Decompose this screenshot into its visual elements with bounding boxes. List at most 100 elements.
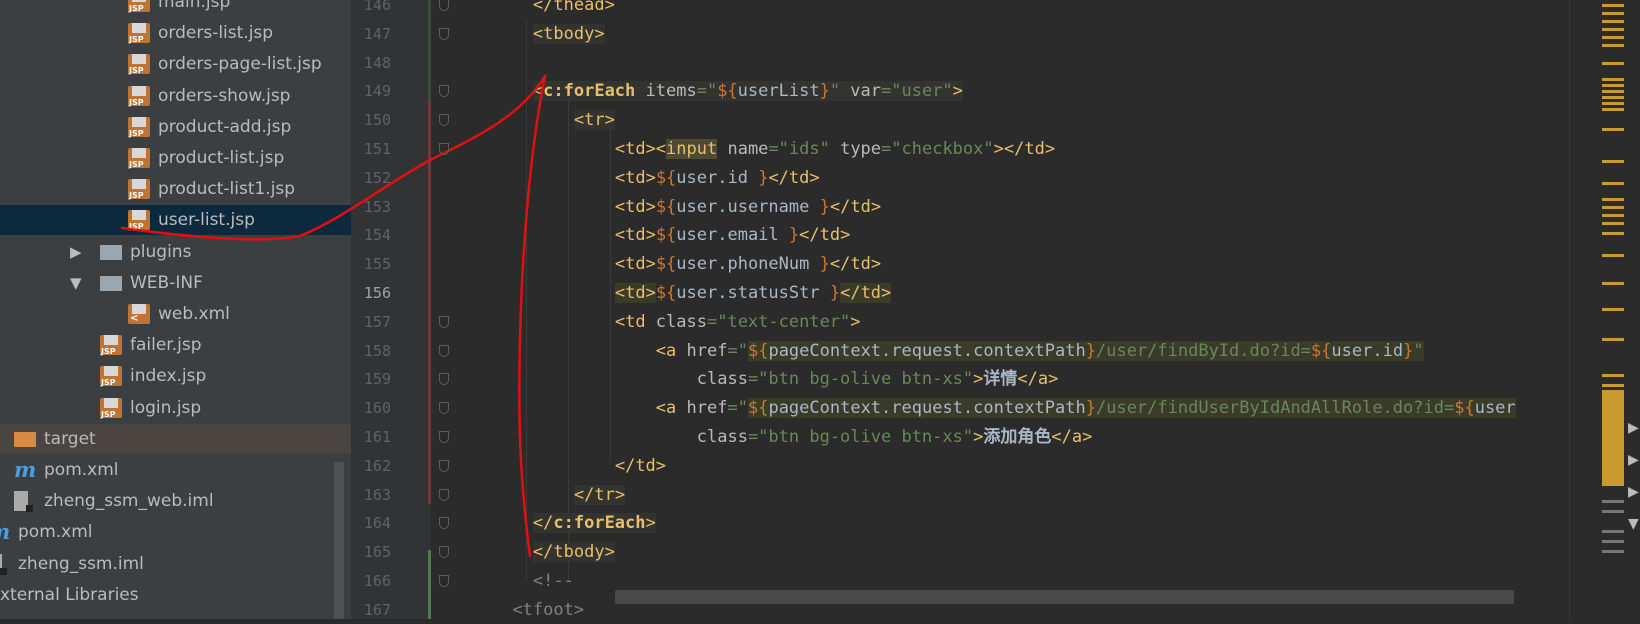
stripe-marker[interactable] <box>1602 500 1624 503</box>
stripe-marker[interactable] <box>1602 254 1624 257</box>
code-token: </ <box>532 513 554 534</box>
stripe-marker[interactable] <box>1602 222 1624 225</box>
stripe-marker[interactable] <box>1602 384 1624 387</box>
stripe-marker[interactable] <box>1602 78 1624 81</box>
tree-item-pom-xml[interactable]: m pom.xml <box>0 517 351 547</box>
stripe-marker[interactable] <box>1602 338 1624 341</box>
stripe-marker[interactable] <box>1602 62 1624 65</box>
stripe-marker[interactable] <box>1602 214 1624 217</box>
stripe-marker[interactable] <box>1602 90 1624 93</box>
stripe-marker[interactable] <box>1602 96 1624 99</box>
stripe-marker[interactable] <box>1602 44 1624 47</box>
code-line[interactable]: <c:forEach items="${userList}" var="user… <box>532 77 963 105</box>
stripe-marker[interactable] <box>1602 102 1624 105</box>
stripe-marker[interactable] <box>1602 232 1624 235</box>
code-token: </ <box>573 484 595 505</box>
stripe-marker[interactable] <box>1602 20 1624 23</box>
tree-item-web-xml[interactable]: web.xml <box>0 299 351 329</box>
tree-item-product-add-jsp[interactable]: product-add.jsp <box>0 112 351 142</box>
tree-item-pom-xml[interactable]: m pom.xml <box>0 455 351 485</box>
stripe-marker[interactable] <box>1602 198 1624 201</box>
code-line[interactable]: <td><input name="ids" type="checkbox"></… <box>615 135 1055 163</box>
code-line[interactable]: </td> <box>615 452 666 480</box>
code-line[interactable]: class="btn bg-olive btn-xs">添加角色</a> <box>697 423 1093 451</box>
tree-item-web-inf[interactable]: ▼ WEB-INF <box>0 268 351 298</box>
code-line[interactable]: <td>${user.email }</td> <box>615 221 851 249</box>
tree-item-login-jsp[interactable]: login.jsp <box>0 393 351 423</box>
stripe-marker[interactable] <box>1602 28 1624 31</box>
stripe-marker[interactable] <box>1602 160 1624 163</box>
fold-marker-icon[interactable] <box>439 488 449 501</box>
fold-marker-icon[interactable] <box>439 546 449 559</box>
collapsed-arrow-icon[interactable]: ▶ <box>70 237 82 267</box>
tree-item-target[interactable]: target <box>0 423 351 454</box>
code-editor[interactable]: </thead> <tbody> <c:forEach items="${userL… <box>431 0 1570 619</box>
code-line[interactable]: <td>${user.username }</td> <box>615 193 881 221</box>
tree-item-plugins[interactable]: ▶ plugins <box>0 237 351 267</box>
code-token: } <box>1085 340 1096 361</box>
fold-marker-icon[interactable] <box>439 0 449 11</box>
stripe-marker[interactable] <box>1602 550 1624 553</box>
project-tree-scrollbar[interactable] <box>334 462 344 619</box>
tree-item-main-jsp[interactable]: main.jsp <box>0 0 351 17</box>
code-line[interactable]: <a href="${pageContext.request.contextPa… <box>656 337 1424 365</box>
stripe-marker[interactable] <box>1602 4 1624 7</box>
fold-marker-icon[interactable] <box>439 431 449 443</box>
stripe-marker[interactable] <box>1602 282 1624 285</box>
stripe-marker[interactable] <box>1602 308 1624 311</box>
stripe-marker[interactable] <box>1602 530 1624 533</box>
tree-item-orders-page-list-jsp[interactable]: orders-page-list.jsp <box>0 49 351 79</box>
tree-item-product-list1-jsp[interactable]: product-list1.jsp <box>0 174 351 204</box>
fold-marker-icon[interactable] <box>439 575 449 587</box>
stripe-marker[interactable] <box>1602 540 1624 543</box>
editor-horizontal-scrollbar[interactable] <box>615 590 1514 604</box>
code-token: items <box>635 81 697 102</box>
code-token: </ <box>768 167 789 188</box>
tree-item-orders-show-jsp[interactable]: orders-show.jsp <box>0 81 351 111</box>
fold-marker-icon[interactable] <box>439 344 449 357</box>
tree-item-zheng-ssm-web-iml[interactable]: zheng_ssm_web.iml <box>0 486 351 516</box>
fold-marker-icon[interactable] <box>439 27 449 40</box>
tree-item-label: plugins <box>130 241 192 262</box>
code-line[interactable]: </c:forEach> <box>532 509 656 537</box>
stripe-marker[interactable] <box>1602 510 1624 513</box>
code-token: } <box>1085 398 1096 419</box>
tree-item-orders-list-jsp[interactable]: orders-list.jsp <box>0 18 351 48</box>
fold-marker-icon[interactable] <box>439 459 449 472</box>
code-line[interactable]: <td>${user.statusStr }</td> <box>614 279 892 307</box>
tree-item-index-jsp[interactable]: index.jsp <box>0 361 351 391</box>
tree-item-zheng-ssm-iml[interactable]: zheng_ssm.iml <box>0 549 351 579</box>
fold-marker-icon[interactable] <box>439 315 449 328</box>
code-line[interactable]: <tbody> <box>532 20 605 48</box>
fold-marker-icon[interactable] <box>439 143 449 155</box>
code-line[interactable]: class="btn bg-olive btn-xs">详情</a> <box>697 365 1059 393</box>
stripe-marker[interactable] <box>1602 182 1624 185</box>
tree-item-failer-jsp[interactable]: failer.jsp <box>0 330 351 360</box>
code-line[interactable]: <td class="text-center"> <box>615 308 861 336</box>
tree-item-product-list-jsp[interactable]: product-list.jsp <box>0 143 351 173</box>
expanded-arrow-icon[interactable]: ▼ <box>70 268 82 298</box>
stripe-marker[interactable] <box>1602 206 1624 209</box>
code-line[interactable]: <tr> <box>573 106 615 134</box>
stripe-marker[interactable] <box>1602 36 1624 39</box>
stripe-marker[interactable] <box>1602 108 1624 111</box>
code-line[interactable]: </tr> <box>573 481 626 509</box>
stripe-marker[interactable] <box>1602 374 1624 377</box>
fold-marker-icon[interactable] <box>439 402 449 415</box>
line-number: 161 <box>363 428 391 446</box>
fold-marker-icon[interactable] <box>439 114 449 127</box>
code-line[interactable]: </tbody> <box>532 538 615 566</box>
code-line[interactable]: <td>${user.phoneNum }</td> <box>615 250 881 278</box>
code-line[interactable]: <tfoot> <box>512 596 584 619</box>
tree-item-xternal-libraries[interactable]: xternal Libraries <box>0 580 351 610</box>
stripe-marker[interactable] <box>1602 84 1624 87</box>
stripe-marker[interactable] <box>1602 12 1624 15</box>
code-line[interactable]: <!-- <box>533 567 574 595</box>
stripe-marker[interactable] <box>1602 128 1624 131</box>
code-line[interactable]: </thead> <box>533 0 615 19</box>
stripe-marker[interactable] <box>1602 390 1624 486</box>
code-line[interactable]: <a href="${pageContext.request.contextPa… <box>656 394 1516 422</box>
code-line[interactable]: <td>${user.id }</td> <box>615 164 820 192</box>
indent-guide <box>568 100 569 580</box>
tree-item-user-list-jsp[interactable]: user-list.jsp <box>0 205 351 236</box>
